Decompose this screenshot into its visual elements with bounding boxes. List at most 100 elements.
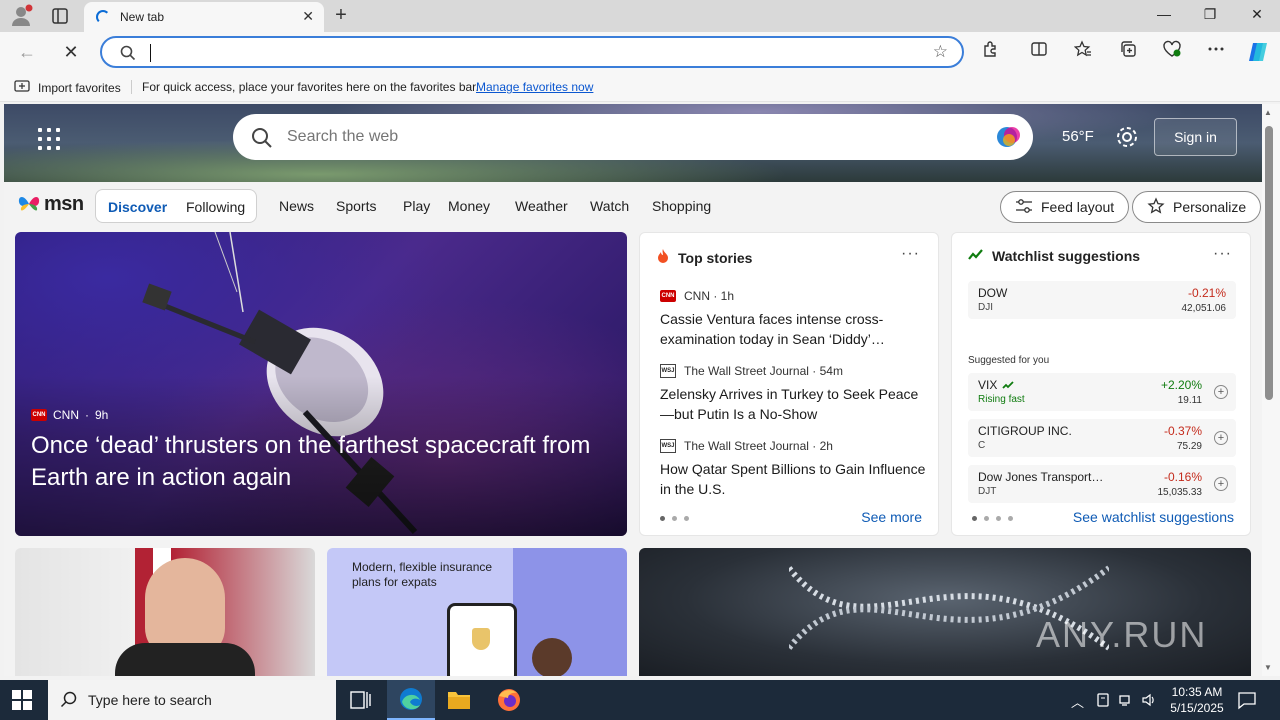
nav-sports[interactable]: Sports <box>336 198 376 214</box>
ad-tile[interactable]: Modern, flexible insurance plans for exp… <box>327 548 627 676</box>
cnn-logo-icon: CNN <box>31 409 47 421</box>
task-view-icon[interactable] <box>336 680 384 720</box>
tab-actions-icon[interactable] <box>48 6 72 26</box>
tab-following[interactable]: Following <box>186 199 245 215</box>
web-search-box[interactable] <box>233 114 1033 160</box>
ticker-row[interactable]: VIX Rising fast +2.20% 19.11 + <box>968 373 1236 411</box>
sign-in-button[interactable]: Sign in <box>1154 118 1237 156</box>
person-photo <box>532 638 572 676</box>
see-more-link[interactable]: See more <box>861 509 922 525</box>
show-hidden-icons-icon[interactable]: ︿ <box>1071 692 1084 711</box>
nav-shopping[interactable]: Shopping <box>652 198 711 214</box>
copilot-search-icon[interactable] <box>995 124 1023 150</box>
browser-essentials-icon[interactable] <box>1160 40 1184 64</box>
web-search-input[interactable] <box>287 125 967 149</box>
ticker-row[interactable]: DOW DJI -0.21% 42,051.06 <box>968 281 1236 319</box>
favorites-icon[interactable] <box>1071 40 1095 64</box>
story-title[interactable]: Cassie Ventura faces intense cross-exami… <box>660 309 930 349</box>
ticker-name: VIX <box>978 378 998 392</box>
add-to-watchlist-icon[interactable]: + <box>1214 385 1228 399</box>
collections-icon[interactable] <box>1116 40 1140 64</box>
nav-news[interactable]: News <box>279 198 314 214</box>
stop-loading-button[interactable]: ✕ <box>60 41 82 63</box>
firefox-icon[interactable] <box>485 680 533 720</box>
taskbar-search-placeholder: Type here to search <box>88 692 212 708</box>
story-title[interactable]: Zelensky Arrives in Turkey to Seek Peace… <box>660 384 930 424</box>
settings-gear-icon[interactable] <box>1114 124 1140 150</box>
add-to-watchlist-icon[interactable]: + <box>1214 431 1228 445</box>
split-screen-icon[interactable] <box>1027 40 1051 64</box>
tab-close-button[interactable]: ✕ <box>302 8 314 25</box>
new-tab-button[interactable]: + <box>330 4 352 26</box>
minimize-button[interactable]: — <box>1154 6 1174 22</box>
import-icon <box>14 79 30 96</box>
msn-logo[interactable]: msn <box>16 192 84 216</box>
personalize-label: Personalize <box>1173 199 1247 215</box>
notifications-icon[interactable] <box>1236 690 1258 710</box>
add-favorite-star-icon[interactable]: ☆ <box>933 42 948 62</box>
news-tile[interactable] <box>15 548 315 676</box>
text-caret <box>150 44 151 62</box>
apps-launcher-icon[interactable] <box>38 128 60 150</box>
list-item[interactable]: WSJ The Wall Street Journal · 54m Zelensk… <box>660 364 930 424</box>
vertical-scrollbar[interactable]: ▲ ▼ <box>1262 104 1280 676</box>
manage-favorites-link[interactable]: Manage favorites now <box>476 80 593 94</box>
ticker-symbol: DJI <box>978 302 993 313</box>
tab-new-tab[interactable]: New tab ✕ <box>84 2 324 32</box>
edge-taskbar-icon[interactable] <box>387 680 435 720</box>
nav-watch[interactable]: Watch <box>590 198 629 214</box>
file-explorer-icon[interactable] <box>435 680 483 720</box>
watchlist-header: Watchlist suggestions <box>968 248 1140 264</box>
story-source: The Wall Street Journal · 2h <box>684 439 833 453</box>
ticker-symbol: DJT <box>978 486 997 497</box>
add-to-watchlist-icon[interactable]: + <box>1214 477 1228 491</box>
url-box[interactable]: ☆ <box>100 36 964 68</box>
device-icon[interactable] <box>1096 692 1110 711</box>
watchlist-card: Watchlist suggestions ··· DOW DJI -0.21%… <box>951 232 1251 536</box>
system-clock[interactable]: 10:35 AM 5/15/2025 <box>1162 684 1232 716</box>
nav-play[interactable]: Play <box>403 198 430 214</box>
pagination-dots[interactable] <box>972 516 1013 521</box>
scrollbar-thumb[interactable] <box>1265 126 1273 400</box>
nav-weather[interactable]: Weather <box>515 198 568 214</box>
list-item[interactable]: WSJ The Wall Street Journal · 2h How Qata… <box>660 439 930 499</box>
tab-discover[interactable]: Discover <box>108 199 167 215</box>
top-stories-card: Top stories ··· CNN CNN · 1h Cassie Ventu… <box>639 232 939 536</box>
ticker-row[interactable]: CITIGROUP INC. C -0.37% 75.29 + <box>968 419 1236 457</box>
shield-icon <box>472 628 490 650</box>
taskbar-search[interactable]: Type here to search <box>48 680 336 720</box>
restore-button[interactable]: ❐ <box>1200 6 1220 23</box>
ticker-symbol: Rising fast <box>978 394 1025 405</box>
ticker-row[interactable]: Dow Jones Transport… DJT -0.16% 15,035.3… <box>968 465 1236 503</box>
more-options-icon[interactable]: ··· <box>1213 245 1232 263</box>
url-input[interactable] <box>154 41 914 65</box>
story-title[interactable]: How Qatar Spent Billions to Gain Influen… <box>660 459 930 499</box>
volume-icon[interactable] <box>1141 692 1157 711</box>
import-favorites-button[interactable]: Import favorites <box>14 79 121 96</box>
extensions-icon[interactable] <box>979 40 1003 64</box>
scroll-up-icon[interactable]: ▲ <box>1264 108 1272 117</box>
feed-layout-label: Feed layout <box>1041 199 1115 215</box>
hero-story-card[interactable]: CNN CNN · 9h Once ‘dead’ thrusters on th… <box>15 232 627 536</box>
scroll-down-icon[interactable]: ▼ <box>1264 663 1272 672</box>
more-options-icon[interactable]: ··· <box>901 245 920 263</box>
back-button[interactable]: ← <box>16 41 38 63</box>
nav-money[interactable]: Money <box>448 198 490 214</box>
personalize-button[interactable]: Personalize <box>1132 191 1262 223</box>
weather-temperature[interactable]: 56°F <box>1062 128 1094 145</box>
network-icon[interactable] <box>1118 692 1134 711</box>
close-window-button[interactable]: ✕ <box>1247 6 1267 23</box>
windows-start-icon[interactable] <box>12 690 32 710</box>
copilot-icon[interactable] <box>1245 40 1269 64</box>
person-suit <box>115 643 255 676</box>
see-watchlist-suggestions-link[interactable]: See watchlist suggestions <box>1073 509 1234 525</box>
ad-copy: Modern, flexible insurance plans for exp… <box>352 560 493 589</box>
hero-headline[interactable]: Once ‘dead’ thrusters on the farthest sp… <box>31 430 621 494</box>
more-icon[interactable] <box>1204 40 1228 64</box>
import-favorites-label: Import favorites <box>38 80 121 95</box>
pagination-dots[interactable] <box>660 516 689 521</box>
science-tile[interactable] <box>639 548 1251 676</box>
list-item[interactable]: CNN CNN · 1h Cassie Ventura faces intense… <box>660 289 930 349</box>
feed-layout-button[interactable]: Feed layout <box>1000 191 1130 223</box>
profile-icon[interactable] <box>8 4 34 28</box>
